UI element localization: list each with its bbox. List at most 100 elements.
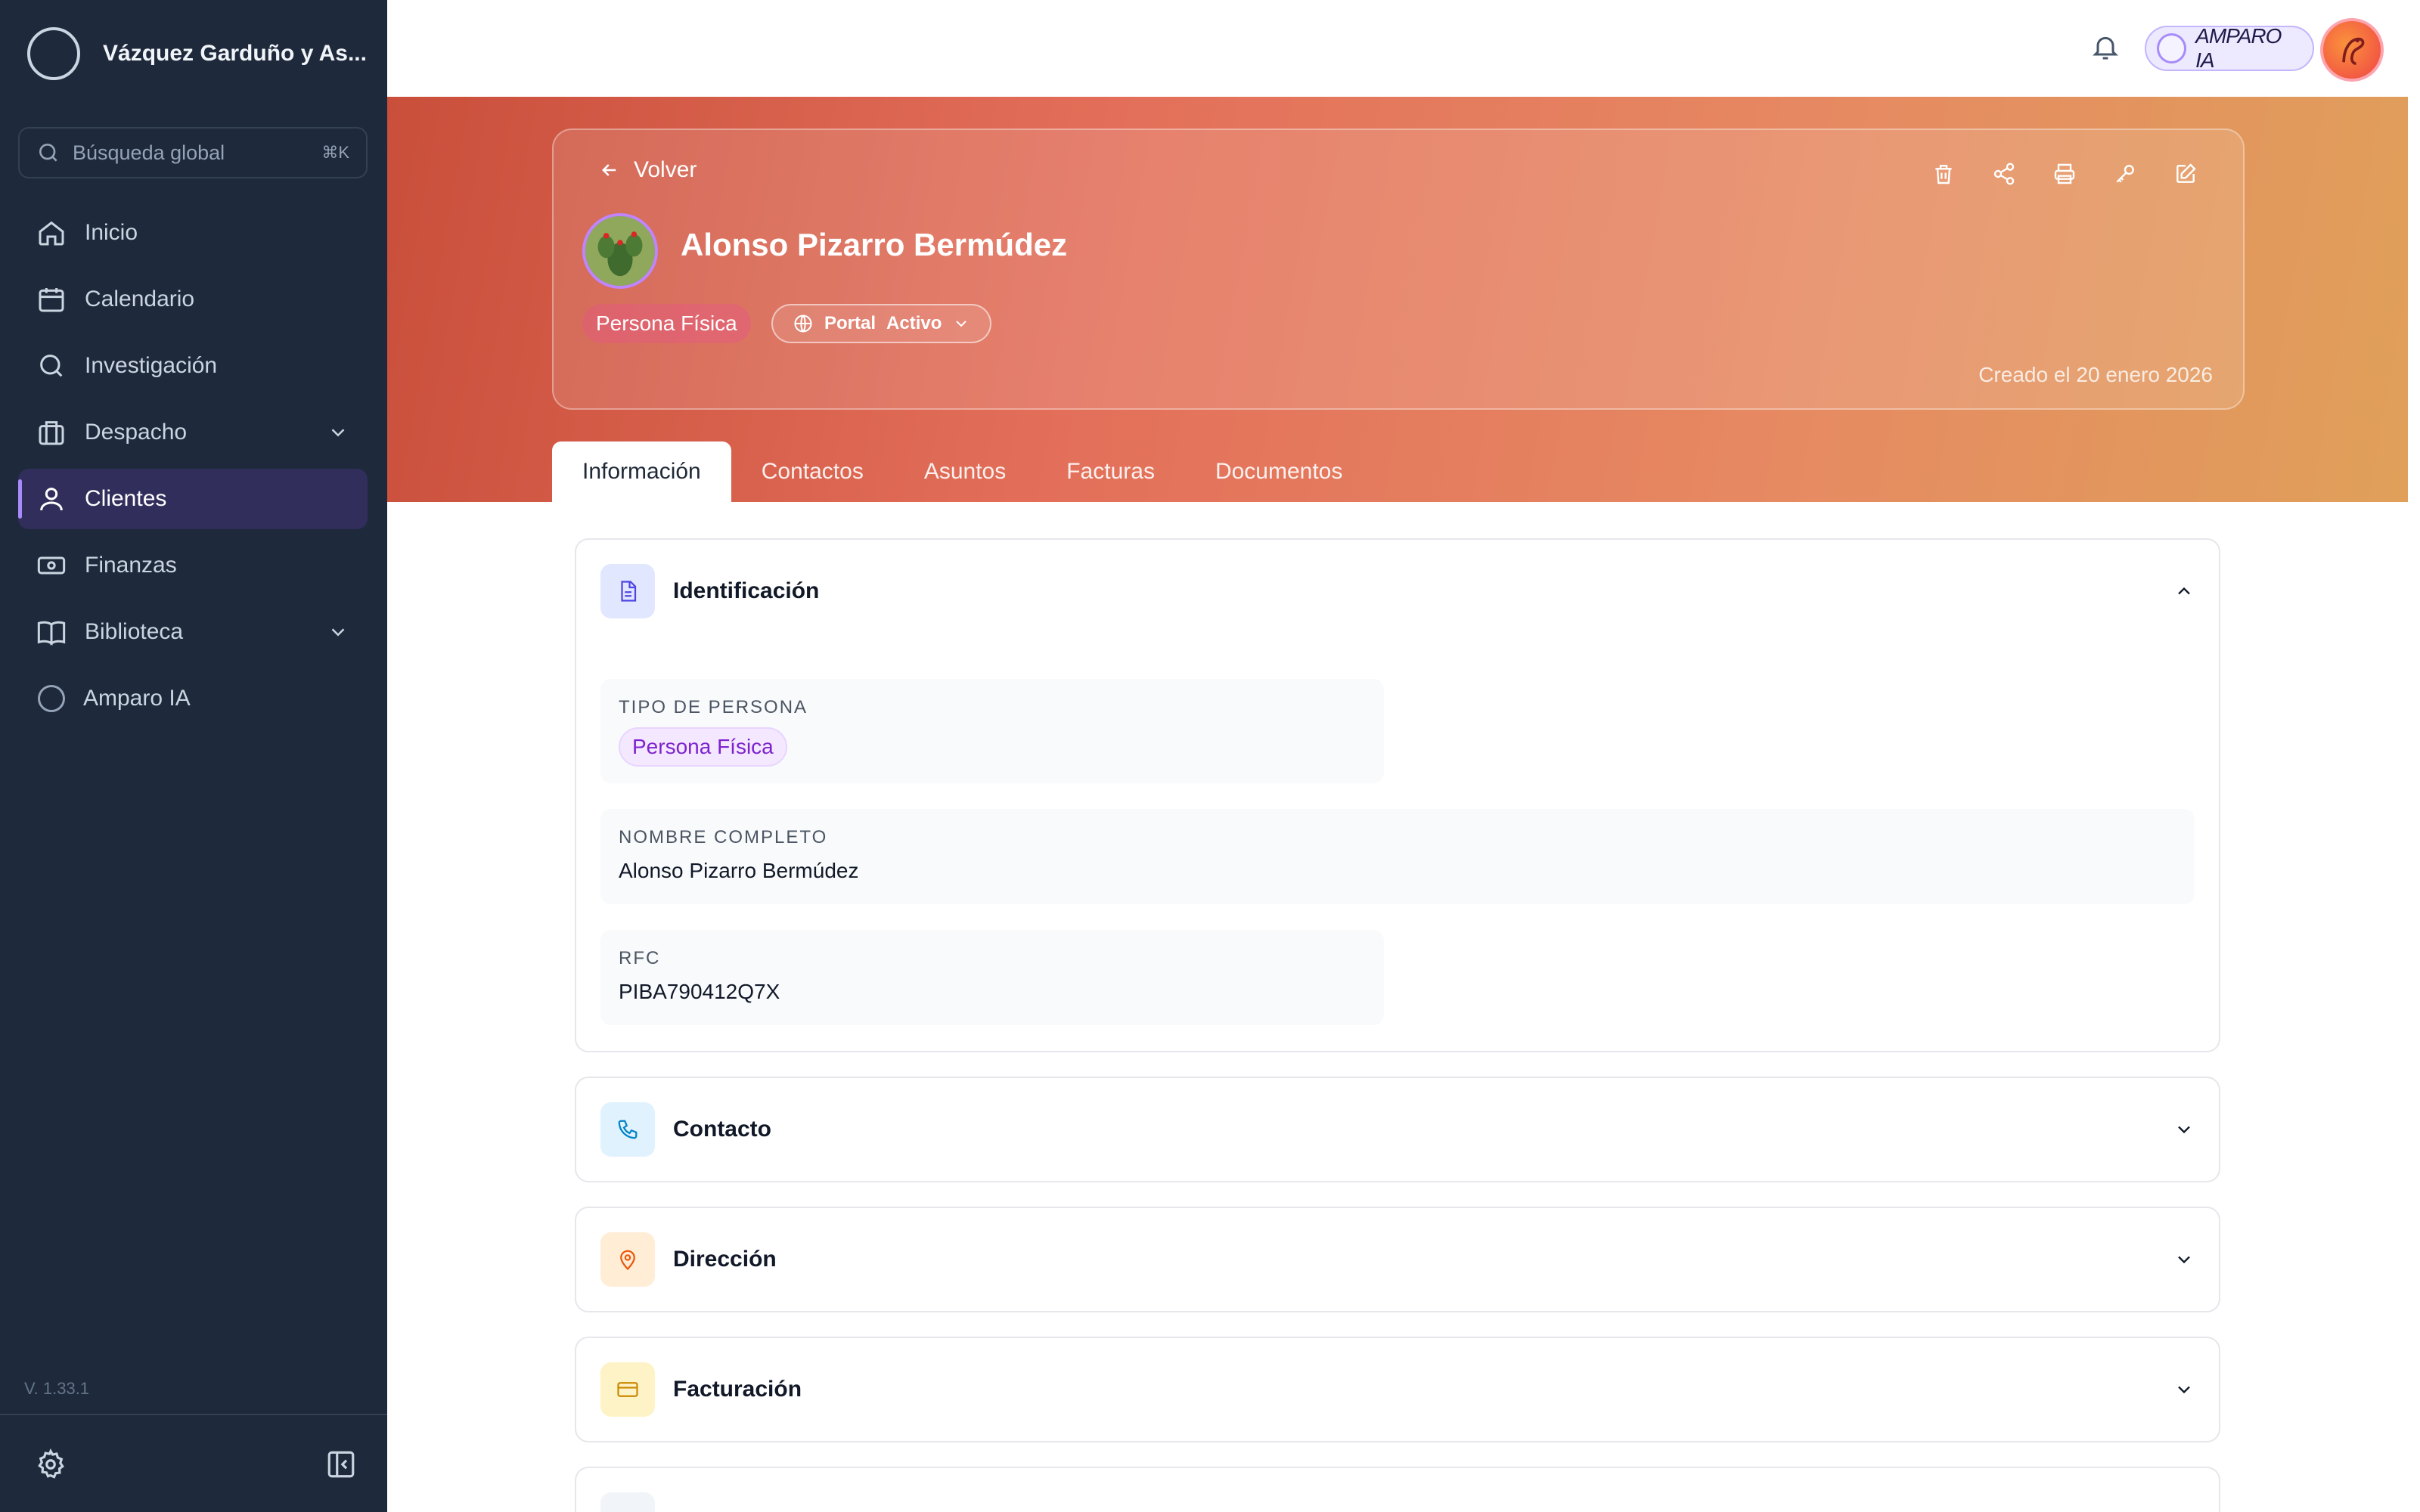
sidebar-item-calendario[interactable]: Calendario <box>18 269 368 330</box>
section-icon-box <box>600 1362 655 1417</box>
firm-name: Vázquez Garduño y As... <box>103 41 367 66</box>
firm-logo-icon <box>27 27 80 80</box>
sidebar-item-label: Finanzas <box>85 553 177 578</box>
search-placeholder: Búsqueda global <box>73 141 225 164</box>
client-actions <box>1931 162 2198 186</box>
sidebar-item-clientes[interactable]: Clientes <box>18 469 368 529</box>
section-title: Dirección <box>673 1247 777 1272</box>
client-avatar <box>582 213 658 289</box>
amparo-ia-label: AMPARO IA <box>2195 24 2282 72</box>
field-nombre-completo: NOMBRE COMPLETO Alonso Pizarro Bermúdez <box>600 809 2195 904</box>
sidebar-item-label: Despacho <box>85 420 188 445</box>
sidebar-item-biblioteca[interactable]: Biblioteca <box>18 602 368 662</box>
amparo-ia-button[interactable]: AMPARO IA <box>2145 24 2314 72</box>
sidebar-item-inicio[interactable]: Inicio <box>18 203 368 263</box>
home-icon <box>39 221 64 246</box>
bell-icon[interactable] <box>2090 32 2121 62</box>
section-header[interactable]: Identificación <box>576 540 2219 643</box>
sidebar-item-label: Amparo IA <box>83 686 191 711</box>
edit-icon[interactable] <box>2173 162 2198 186</box>
tab-documentos[interactable]: Documentos <box>1185 442 1373 502</box>
back-label: Volver <box>634 157 697 182</box>
client-header-card: Volver Alonso Pizarro Bermúdez Persona F… <box>552 129 2245 410</box>
phone-icon <box>618 1120 638 1139</box>
app-version: V. 1.33.1 <box>24 1379 90 1398</box>
portal-status-dropdown[interactable]: Portal Activo <box>771 304 992 343</box>
portal-label: Portal <box>824 313 876 333</box>
section-contacto: Contacto <box>575 1077 2220 1182</box>
circle-icon <box>38 685 65 712</box>
field-label: RFC <box>619 948 661 968</box>
banknote-icon <box>37 556 66 575</box>
chevron-down-icon <box>956 321 967 327</box>
amparo-orb-icon <box>2157 33 2187 64</box>
user-icon <box>40 488 63 511</box>
person-type-badge: Persona Física <box>582 304 751 343</box>
section-header[interactable]: Contacto <box>576 1078 2219 1181</box>
client-name: Alonso Pizarro Bermúdez <box>681 227 1068 262</box>
search-icon <box>40 355 63 377</box>
tab-asuntos[interactable]: Asuntos <box>894 442 1036 502</box>
chevron-down-icon <box>2178 1256 2190 1264</box>
sidebar-item-label: Clientes <box>85 486 167 511</box>
section-facturacion: Facturación <box>575 1337 2220 1442</box>
tab-informacion[interactable]: Información <box>552 442 731 502</box>
map-pin-icon <box>620 1250 635 1271</box>
sidebar-item-finanzas[interactable]: Finanzas <box>18 535 368 596</box>
calendar-icon <box>39 288 64 312</box>
globe-icon <box>794 314 812 333</box>
back-button[interactable]: Volver <box>599 157 697 183</box>
section-title: Identificación <box>673 578 820 603</box>
field-value: PIBA790412Q7X <box>619 980 780 1003</box>
section-icon-box <box>600 564 655 618</box>
section-icon-box <box>600 1232 655 1287</box>
collapse-sidebar-icon[interactable] <box>325 1448 357 1480</box>
field-label: TIPO DE PERSONA <box>619 697 808 717</box>
chevron-down-icon <box>331 628 345 637</box>
field-label: NOMBRE COMPLETO <box>619 827 828 847</box>
search-icon <box>39 144 57 162</box>
user-avatar[interactable] <box>2320 18 2384 82</box>
sidebar-item-label: Investigación <box>85 353 218 378</box>
client-tabs: Información Contactos Asuntos Facturas D… <box>552 442 1373 502</box>
chevron-down-icon <box>331 429 345 437</box>
sidebar-item-amparo-ia[interactable]: Amparo IA <box>18 668 368 729</box>
field-tipo-persona: TIPO DE PERSONA Persona Física <box>600 679 1384 783</box>
sidebar: Vázquez Garduño y As... Búsqueda global … <box>0 0 387 1512</box>
person-type-chip: Persona Física <box>619 727 787 767</box>
search-shortcut: ⌘K <box>321 143 349 162</box>
global-search-input[interactable]: Búsqueda global ⌘K <box>18 127 368 178</box>
tab-facturas[interactable]: Facturas <box>1036 442 1185 502</box>
sidebar-item-despacho[interactable]: Despacho <box>18 402 368 463</box>
arrow-left-icon <box>602 164 616 176</box>
briefcase-icon <box>39 421 64 445</box>
chevron-up-icon <box>2178 587 2190 595</box>
section-title: Contacto <box>673 1117 771 1142</box>
section-direccion: Dirección <box>575 1207 2220 1312</box>
section-title: Facturación <box>673 1377 802 1402</box>
gear-icon[interactable] <box>35 1448 67 1480</box>
share-icon[interactable] <box>1992 162 2016 186</box>
sidebar-item-label: Calendario <box>85 287 195 311</box>
key-icon[interactable] <box>2113 162 2137 186</box>
sidebar-nav: Inicio Calendario Investigación Despacho… <box>18 203 368 735</box>
flamingo-avatar-icon <box>2342 37 2365 65</box>
section-icon-box <box>600 1102 655 1157</box>
trash-icon[interactable] <box>1931 162 1956 186</box>
sidebar-item-label: Inicio <box>85 220 138 245</box>
tab-contactos[interactable]: Contactos <box>731 442 894 502</box>
book-icon <box>37 621 66 646</box>
section-partial <box>575 1467 2220 1512</box>
section-header[interactable]: Facturación <box>576 1338 2219 1441</box>
field-rfc: RFC PIBA790412Q7X <box>600 930 1384 1025</box>
section-header[interactable]: Dirección <box>576 1208 2219 1311</box>
cactus-avatar-icon <box>585 216 655 286</box>
brand[interactable]: Vázquez Garduño y As... <box>27 27 367 80</box>
document-icon <box>621 581 637 602</box>
section-identificacion: Identificación TIPO DE PERSONA Persona F… <box>575 538 2220 1052</box>
field-value: Alonso Pizarro Bermúdez <box>619 859 859 882</box>
section-icon-box <box>600 1492 655 1512</box>
printer-icon[interactable] <box>2052 162 2077 186</box>
sidebar-item-investigacion[interactable]: Investigación <box>18 336 368 396</box>
sidebar-item-label: Biblioteca <box>85 619 184 644</box>
